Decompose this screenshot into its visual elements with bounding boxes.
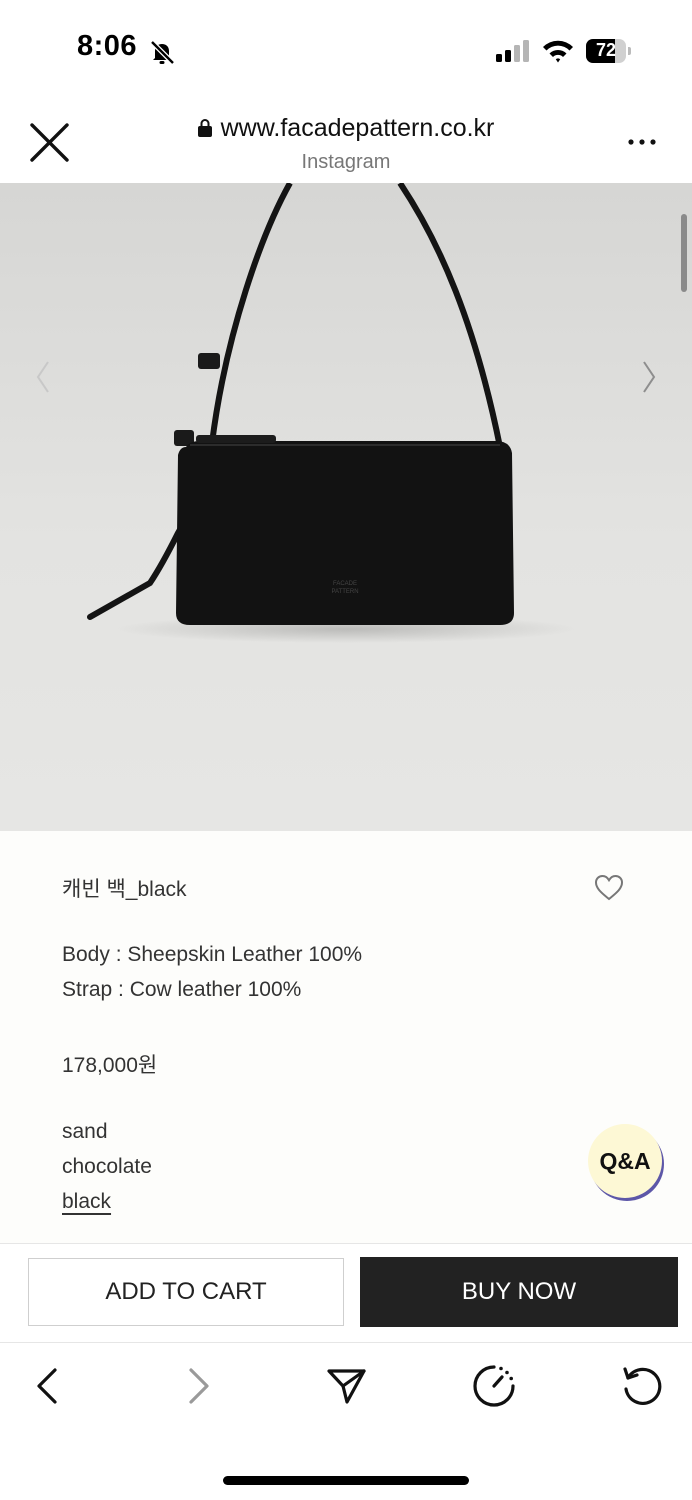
cellular-signal-icon (496, 40, 529, 62)
forward-button[interactable] (176, 1364, 220, 1408)
close-button[interactable] (28, 121, 72, 165)
material-body: Body : Sheepskin Leather 100% (62, 943, 363, 966)
product-image[interactable]: FACADE PATTERN (0, 183, 692, 831)
bag-illustration: FACADE PATTERN (87, 183, 576, 643)
source-label: Instagram (301, 151, 391, 173)
reload-icon[interactable] (620, 1364, 664, 1408)
back-button[interactable] (26, 1364, 70, 1408)
qa-floating-button[interactable]: Q&A (588, 1124, 662, 1198)
svg-text:PATTERN: PATTERN (331, 589, 358, 595)
scrollbar-thumb[interactable] (681, 214, 687, 292)
color-option-chocolate[interactable]: chocolate (62, 1155, 152, 1179)
url-text: www.facadepattern.co.kr (220, 114, 495, 142)
wifi-icon (543, 40, 573, 63)
next-image-arrow[interactable] (640, 360, 658, 394)
bell-slash-icon (150, 40, 175, 65)
color-option-sand[interactable]: sand (62, 1120, 108, 1144)
battery-body: 72 (586, 39, 626, 63)
buy-now-button[interactable]: BUY NOW (360, 1257, 678, 1327)
speed-gauge-icon[interactable] (472, 1364, 516, 1408)
status-time: 8:06 (77, 30, 138, 62)
share-send-icon[interactable] (324, 1364, 368, 1408)
address-bar[interactable]: www.facadepattern.co.kr (120, 114, 572, 143)
battery-level: 72 (595, 40, 617, 60)
material-strap: Strap : Cow leather 100% (62, 978, 302, 1001)
svg-text:FACADE: FACADE (333, 581, 357, 587)
color-option-black[interactable]: black (62, 1190, 111, 1214)
product-info: 캐빈 백_black Body : Sheepskin Leather 100%… (0, 831, 692, 1243)
battery-nub (628, 47, 631, 55)
product-name: 캐빈 백_black (62, 878, 187, 901)
battery-indicator: 72 (586, 39, 632, 63)
add-to-cart-button[interactable]: ADD TO CART (28, 1258, 344, 1326)
prev-image-arrow[interactable] (34, 360, 52, 394)
wishlist-heart-button[interactable] (593, 872, 625, 904)
product-price: 178,000원 (62, 1054, 158, 1077)
lock-icon (197, 119, 212, 137)
home-indicator (223, 1476, 469, 1485)
more-options-button[interactable] (626, 132, 658, 152)
